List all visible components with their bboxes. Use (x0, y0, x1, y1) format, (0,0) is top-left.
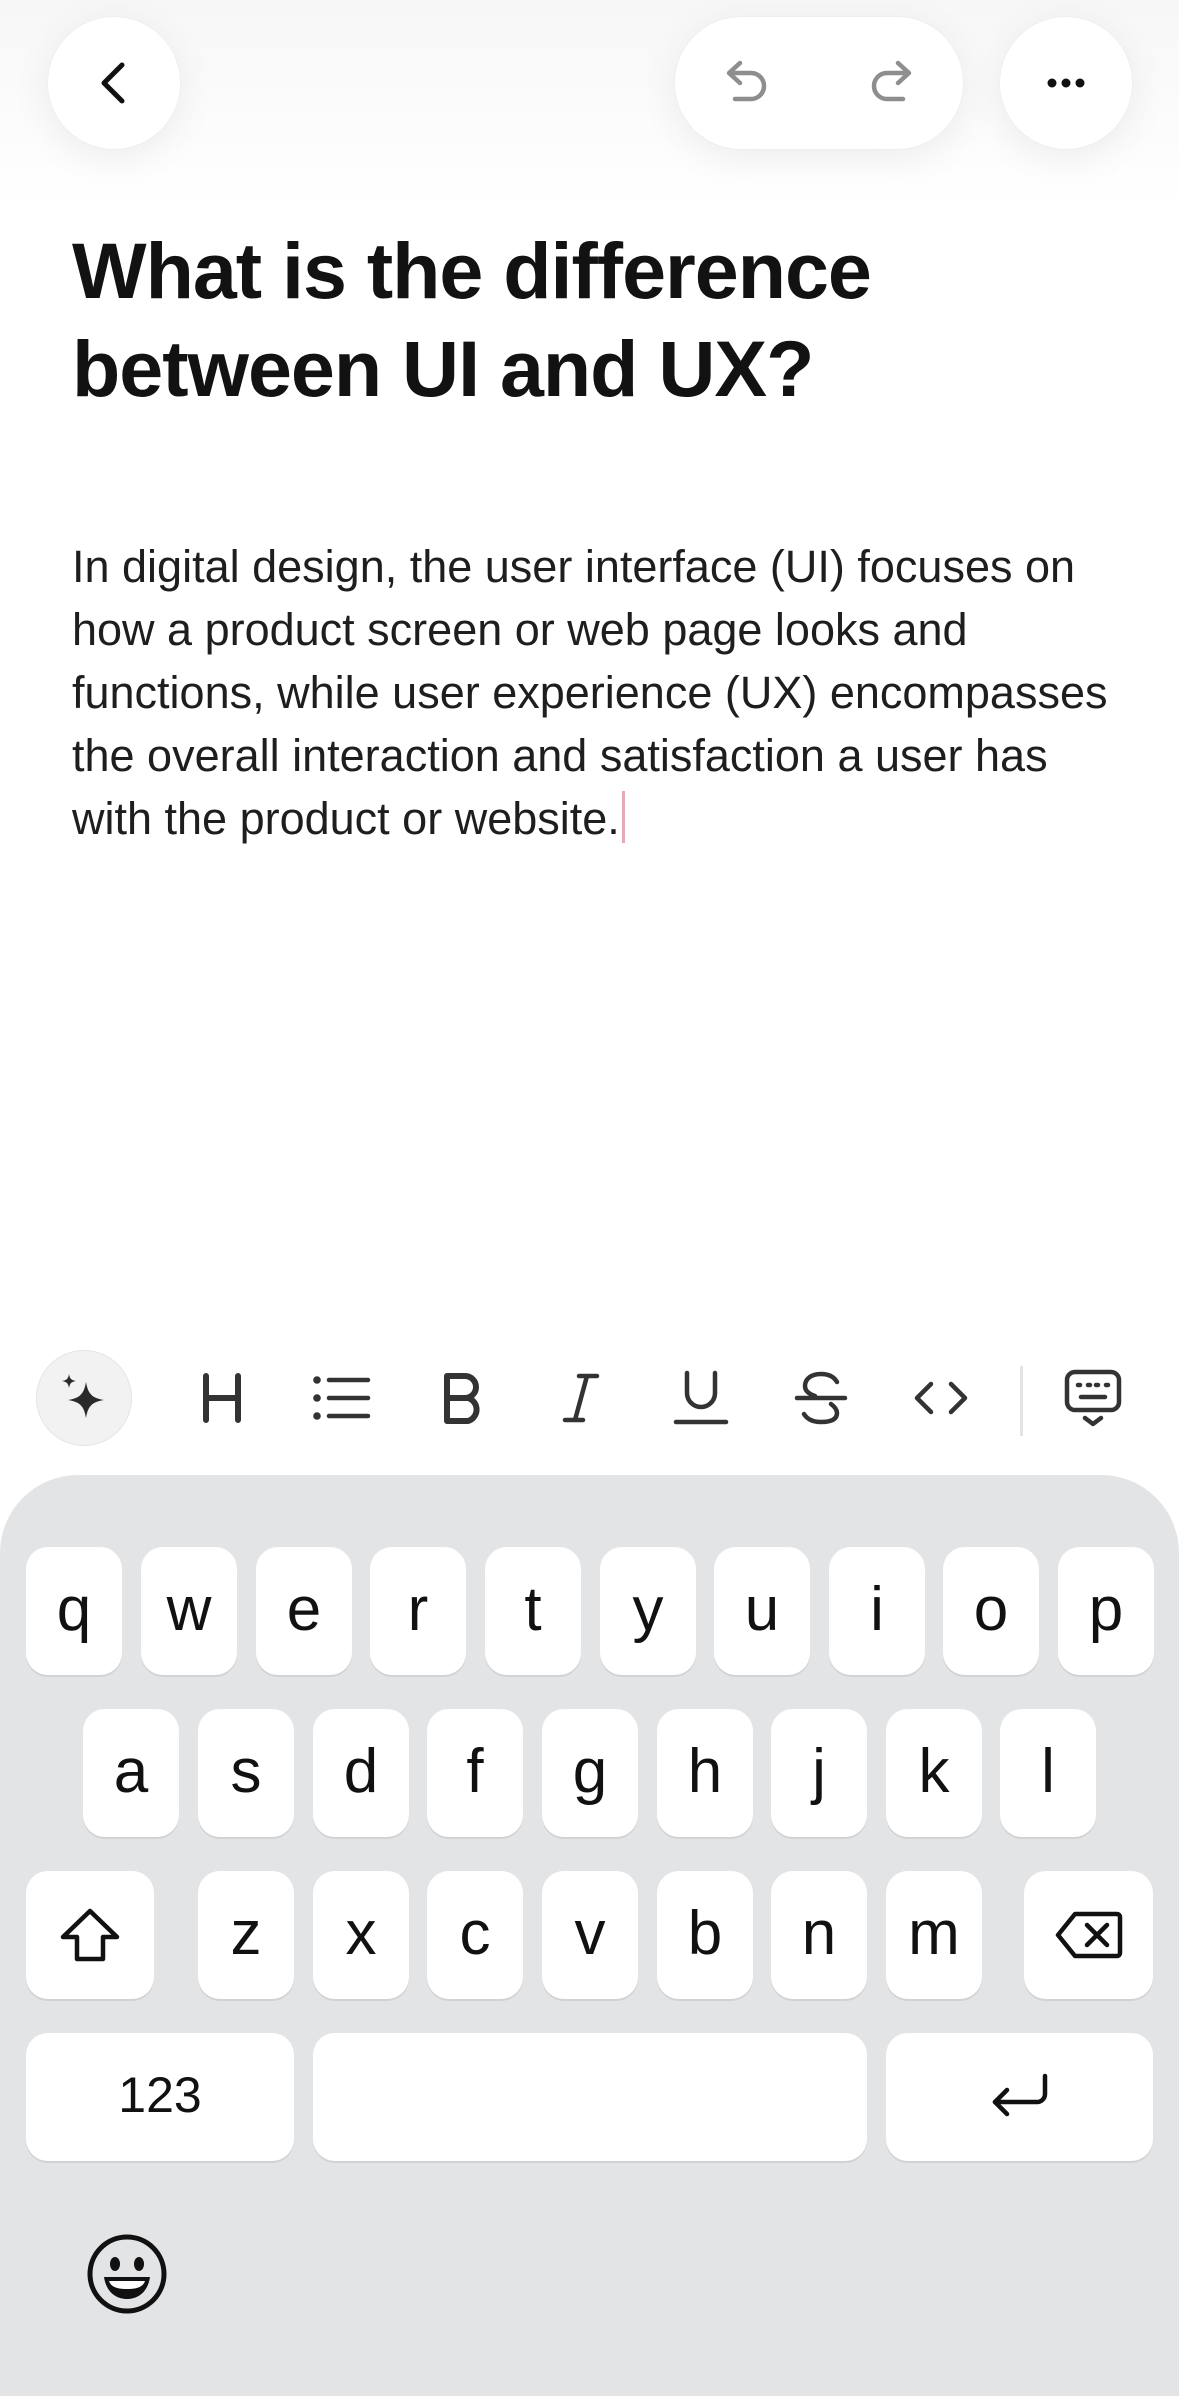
key-z[interactable]: z (198, 1871, 294, 1999)
code-button[interactable] (893, 1350, 989, 1446)
key-d[interactable]: d (313, 1709, 409, 1837)
code-icon (914, 1381, 968, 1415)
key-j[interactable]: j (771, 1709, 867, 1837)
key-s[interactable]: s (198, 1709, 294, 1837)
hide-keyboard-button[interactable] (1045, 1350, 1141, 1446)
format-toolbar (0, 1350, 1179, 1450)
back-button[interactable] (48, 17, 180, 149)
emoji-button[interactable] (84, 2231, 170, 2317)
space-key[interactable] (313, 2033, 867, 2161)
strikethrough-icon (794, 1371, 848, 1425)
key-c[interactable]: c (427, 1871, 523, 1999)
note-editor-screen: What is the difference between UI and UX… (0, 0, 1179, 2396)
on-screen-keyboard: q w e r t y u i o p a s d f g h j k l z … (0, 1475, 1179, 2396)
underline-button[interactable] (653, 1350, 749, 1446)
key-g[interactable]: g (542, 1709, 638, 1837)
redo-icon (871, 60, 912, 102)
note-title[interactable]: What is the difference between UI and UX… (72, 222, 1112, 418)
backspace-icon (1055, 1911, 1122, 1959)
sparkles-icon (62, 1374, 104, 1418)
key-k[interactable]: k (886, 1709, 982, 1837)
return-key[interactable] (886, 2033, 1153, 2161)
key-a[interactable]: a (83, 1709, 179, 1837)
note-body-text: In digital design, the user interface (U… (72, 541, 1108, 844)
redo-button[interactable] (819, 17, 963, 149)
key-y[interactable]: y (600, 1547, 696, 1675)
undo-button[interactable] (675, 17, 819, 149)
key-v[interactable]: v (542, 1871, 638, 1999)
italic-button[interactable] (533, 1350, 629, 1446)
key-t[interactable]: t (485, 1547, 581, 1675)
ai-assist-button[interactable] (36, 1350, 132, 1446)
key-l[interactable]: l (1000, 1709, 1096, 1837)
key-n[interactable]: n (771, 1871, 867, 1999)
heading-icon (203, 1373, 241, 1423)
key-r[interactable]: r (370, 1547, 466, 1675)
ellipsis-icon (1047, 78, 1085, 88)
strikethrough-button[interactable] (773, 1350, 869, 1446)
return-icon (992, 2073, 1047, 2117)
numbers-key[interactable]: 123 (26, 2033, 294, 2161)
shift-icon (60, 1908, 120, 1962)
note-body[interactable]: In digital design, the user interface (U… (72, 535, 1122, 850)
key-w[interactable]: w (141, 1547, 237, 1675)
delete-key[interactable] (1024, 1871, 1153, 1999)
undo-icon (726, 60, 767, 102)
shift-key[interactable] (26, 1871, 154, 1999)
key-e[interactable]: e (256, 1547, 352, 1675)
text-cursor (621, 791, 625, 843)
key-f[interactable]: f (427, 1709, 523, 1837)
key-p[interactable]: p (1058, 1547, 1154, 1675)
underline-icon (673, 1370, 729, 1425)
top-fade (0, 0, 1179, 210)
more-button[interactable] (1000, 17, 1132, 149)
key-q[interactable]: q (26, 1547, 122, 1675)
key-u[interactable]: u (714, 1547, 810, 1675)
bold-button[interactable] (414, 1350, 510, 1446)
bold-icon (444, 1373, 480, 1424)
key-i[interactable]: i (829, 1547, 925, 1675)
keyboard-dismiss-icon (1064, 1369, 1122, 1427)
chevron-left-icon (101, 62, 125, 104)
heading-button[interactable] (174, 1350, 270, 1446)
toolbar-divider (1020, 1366, 1023, 1436)
italic-icon (562, 1373, 600, 1423)
undo-redo-group (675, 17, 963, 149)
key-b[interactable]: b (657, 1871, 753, 1999)
emoji-icon (87, 2234, 167, 2314)
bullet-list-button[interactable] (294, 1350, 390, 1446)
key-x[interactable]: x (313, 1871, 409, 1999)
key-h[interactable]: h (657, 1709, 753, 1837)
key-m[interactable]: m (886, 1871, 982, 1999)
list-icon (313, 1376, 371, 1420)
key-o[interactable]: o (943, 1547, 1039, 1675)
